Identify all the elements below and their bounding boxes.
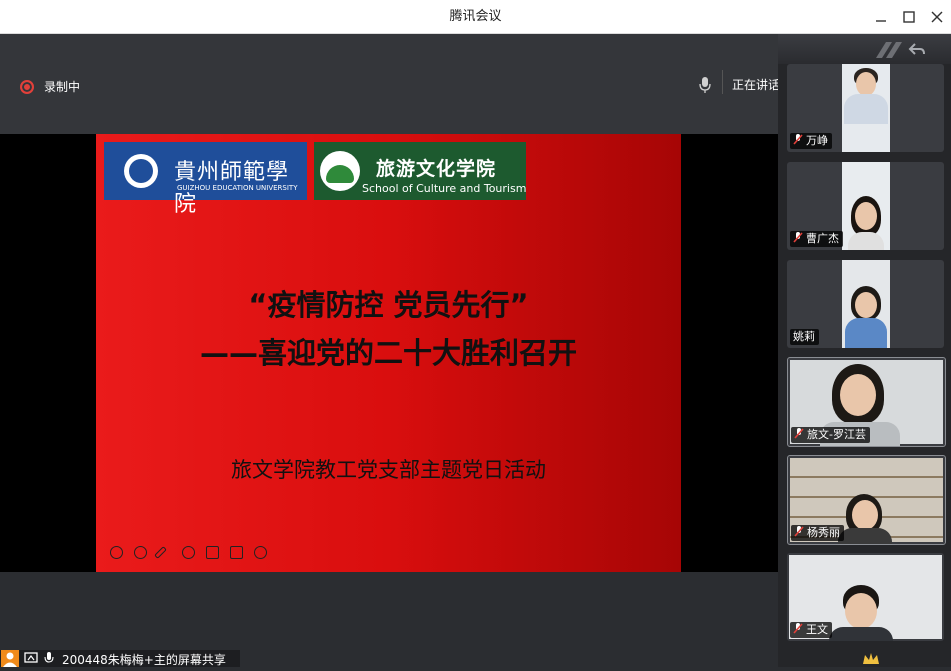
mic-muted-icon (794, 526, 804, 537)
mic-muted-icon (793, 232, 803, 243)
video-feed (842, 162, 890, 250)
crown-icon (863, 653, 879, 664)
avatar (1, 650, 19, 667)
next-slide-icon[interactable] (134, 546, 147, 559)
minimize-icon (876, 20, 886, 22)
toolbar-divider (722, 70, 723, 94)
university-seal-icon (124, 154, 158, 188)
recording-label[interactable]: 录制中 (44, 78, 80, 95)
minimize-button[interactable] (870, 6, 892, 28)
close-button[interactable] (926, 6, 948, 28)
participant-name-tag: 曹广杰 (790, 231, 843, 247)
participant-tile[interactable]: 姚莉 (787, 260, 944, 348)
back-arrow-icon[interactable] (908, 40, 926, 58)
window-title: 腾讯会议 (449, 9, 502, 24)
screen-share-bar[interactable]: 200448朱梅梅+主的屏幕共享 (0, 650, 240, 667)
close-icon (931, 11, 943, 23)
maximize-button[interactable] (898, 6, 920, 28)
participant-name-tag: 杨秀丽 (791, 525, 844, 541)
microphone-icon[interactable] (698, 76, 712, 94)
window-titlebar: 腾讯会议 (0, 0, 951, 34)
guizhou-university-logo: 貴州師範學院 GUIZHOU EDUCATION UNIVERSITY (104, 142, 307, 217)
culture-tourism-logo: 旅游文化学院 School of Culture and Tourism (314, 142, 526, 200)
school-name-cn: 旅游文化学院 (376, 158, 497, 180)
more-options-icon[interactable] (254, 546, 267, 559)
microphone-icon (44, 652, 54, 663)
user-icon (3, 652, 17, 667)
participant-tile[interactable]: 杨秀丽 (787, 455, 946, 545)
participant-tile[interactable]: 王文 (787, 553, 944, 641)
mic-muted-icon (794, 428, 804, 439)
pointer-icon[interactable] (182, 546, 195, 559)
video-feed (842, 64, 890, 152)
recording-icon (20, 80, 34, 94)
slide-subtitle: 旅文学院教工党支部主题党日活动 (231, 458, 546, 482)
participant-name-tag: 王文 (790, 622, 832, 638)
participant-tile[interactable]: 万峥 (787, 64, 944, 152)
university-name-en: GUIZHOU EDUCATION UNIVERSITY (177, 184, 298, 192)
slide-title-line2: ——喜迎党的二十大胜利召开 (199, 336, 577, 370)
pen-icon[interactable] (154, 546, 167, 559)
participant-tile[interactable]: 曹广杰 (787, 162, 944, 250)
maximize-icon (903, 11, 915, 23)
subtitles-icon[interactable] (230, 546, 243, 559)
participant-tile[interactable]: 旅文-罗江芸 (787, 357, 946, 447)
mic-muted-icon (793, 134, 803, 145)
video-feed (842, 260, 890, 348)
screen-share-label: 200448朱梅梅+主的屏幕共享 (62, 653, 226, 667)
school-name-en: School of Culture and Tourism (362, 182, 527, 195)
school-emblem-icon (320, 151, 360, 191)
layout-icon[interactable] (874, 40, 904, 60)
slide-title-line1: “疫情防控 党员先行” (248, 288, 529, 322)
screen-share-icon (24, 652, 38, 663)
meeting-toolbar (0, 34, 778, 134)
prev-slide-icon[interactable] (110, 546, 123, 559)
camera-icon[interactable] (206, 546, 219, 559)
presentation-slide: 貴州師範學院 GUIZHOU EDUCATION UNIVERSITY 旅游文化… (96, 134, 681, 572)
participant-name-tag: 姚莉 (790, 329, 819, 345)
participant-panel-header (778, 34, 951, 64)
mic-muted-icon (793, 623, 803, 634)
participant-name-tag: 旅文-罗江芸 (791, 427, 870, 443)
participant-name-tag: 万峥 (790, 133, 832, 149)
